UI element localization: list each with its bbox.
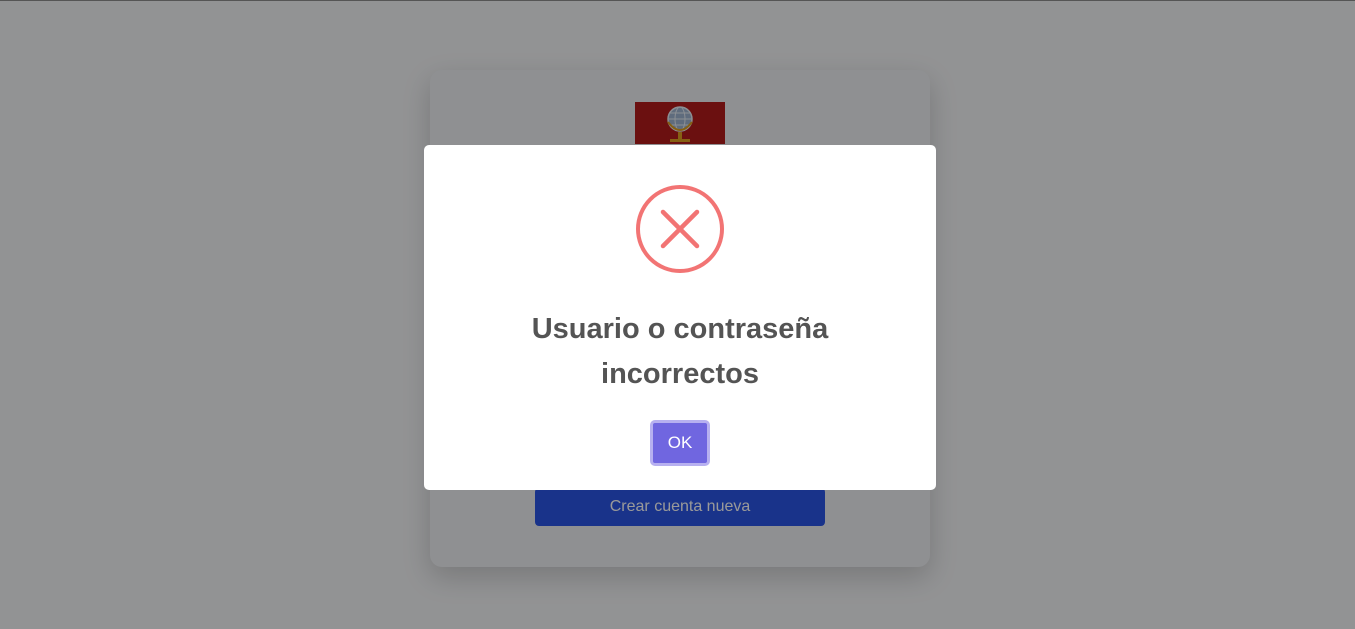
error-dialog: Usuario o contraseña incorrectos OK	[424, 145, 936, 490]
error-x-icon	[636, 185, 724, 273]
dialog-title: Usuario o contraseña incorrectos	[531, 313, 829, 390]
ok-button[interactable]: OK	[650, 420, 710, 466]
